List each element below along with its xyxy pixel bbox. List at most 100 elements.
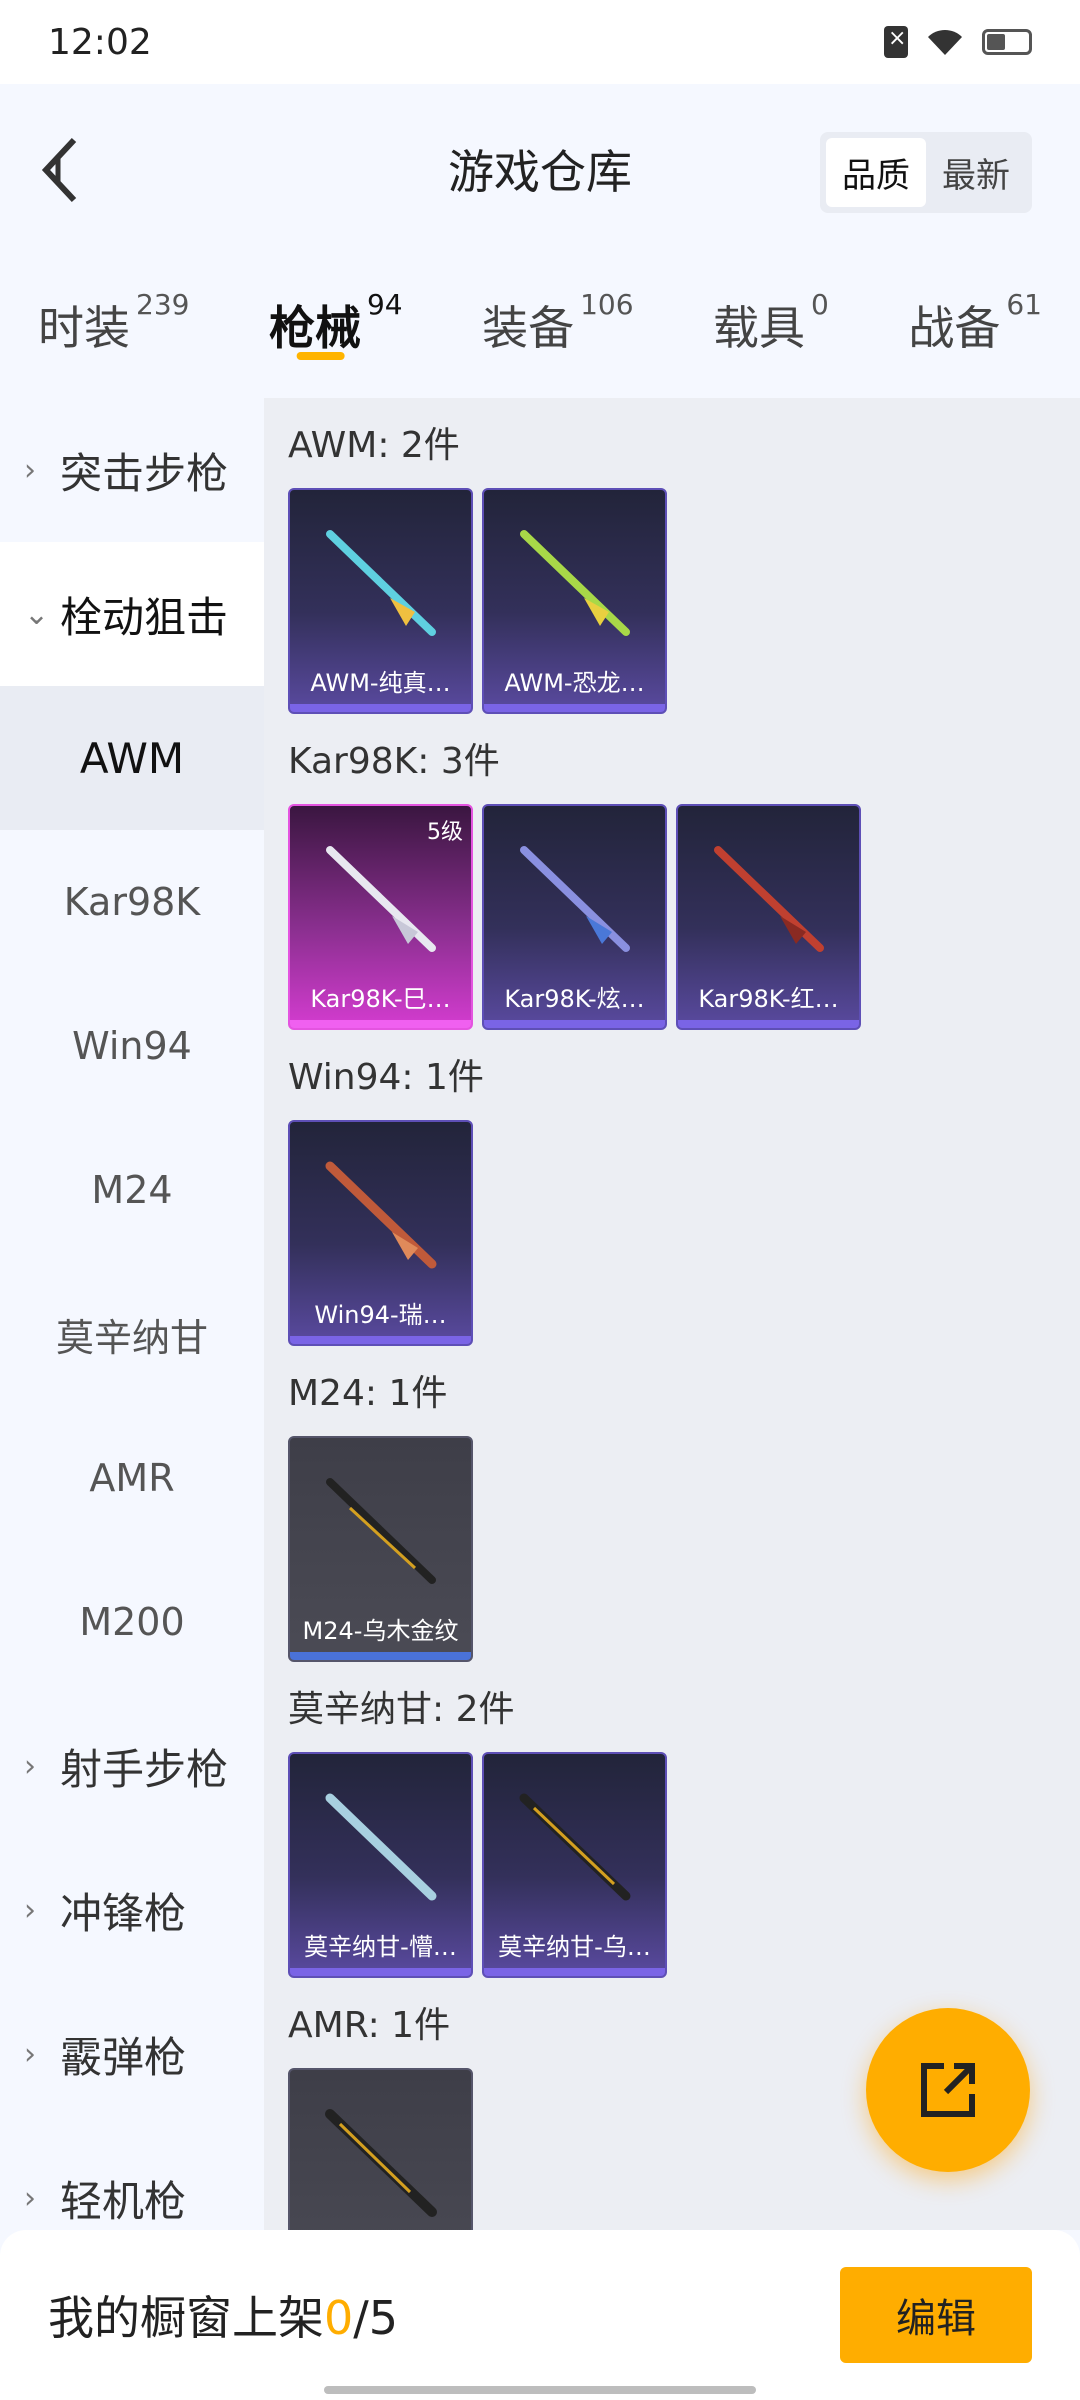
skin-card[interactable]: Win94-瑞… <box>288 1120 473 1346</box>
rarity-bar <box>484 1020 665 1028</box>
sniper-rifle-icon <box>325 2109 437 2217</box>
group-title: Win94: 1件 <box>288 1057 484 1098</box>
chevron-right-icon: › <box>24 1892 36 1928</box>
showcase-total: /5 <box>353 2291 399 2345</box>
tab-count: 94 <box>366 288 403 321</box>
skin-name: Kar98K-炫… <box>504 985 645 1013</box>
subitem-kar98k[interactable]: Kar98K <box>0 830 264 974</box>
tab-label: 战备 <box>908 301 1001 355</box>
header: 游戏仓库 品质 最新 <box>0 84 1080 254</box>
rarity-bar <box>290 1020 471 1028</box>
card-row: Win94-瑞… <box>288 1120 1080 1346</box>
chevron-right-icon: › <box>24 452 36 488</box>
skin-name: M24-乌木金纹 <box>302 1617 459 1645</box>
no-sim-icon <box>884 26 908 58</box>
subitem-m24[interactable]: M24 <box>0 1118 264 1262</box>
group-title: Kar98K: 3件 <box>288 741 500 782</box>
rarity-bar <box>484 1968 665 1976</box>
skin-card[interactable]: 莫辛纳甘-懵… <box>288 1752 473 1978</box>
skin-name: Kar98K-红… <box>698 985 839 1013</box>
skin-card[interactable]: M24-乌木金纹 <box>288 1436 473 1662</box>
tab-label: 枪械 <box>268 301 361 355</box>
sort-by-quality[interactable]: 品质 <box>826 138 926 207</box>
tab-count: 0 <box>811 288 829 321</box>
category-bolt-action-sniper[interactable]: ⌄ 栓动狙击 <box>0 542 264 686</box>
rarity-bar <box>290 704 471 712</box>
showcase-bar: 我的橱窗上架 0 /5 编辑 <box>0 2230 1080 2400</box>
wifi-icon <box>928 29 962 55</box>
category-tabs: 时装 239 枪械 94 装备 106 载具 0 战备 61 <box>0 260 1080 390</box>
weapon-skin-list: AWM: 2件 AWM-纯真… AWM-恐龙… Kar98K: 3件 5级 Ka… <box>264 398 1080 2230</box>
category-marksman-rifle[interactable]: › 射手步枪 <box>0 1694 264 1838</box>
category-label: 轻机枪 <box>60 2176 187 2226</box>
tab-label: 时装 <box>38 301 130 355</box>
skin-name: 莫辛纳甘-乌… <box>498 1933 651 1961</box>
category-label: 突击步枪 <box>60 448 229 498</box>
category-assault-rifle[interactable]: › 突击步枪 <box>0 398 264 542</box>
subitem-amr[interactable]: AMR <box>0 1406 264 1550</box>
rarity-bar <box>290 1652 471 1660</box>
tab-firearms[interactable]: 枪械 94 <box>269 260 403 390</box>
group-title: M24: 1件 <box>288 1373 448 1414</box>
active-tab-indicator <box>296 352 345 360</box>
rarity-bar <box>290 1336 471 1344</box>
skin-card[interactable]: Kar98K-红… <box>676 804 861 1030</box>
sort-by-newest[interactable]: 最新 <box>926 138 1026 207</box>
group-title: AWM: 2件 <box>288 425 460 466</box>
share-icon <box>921 2063 975 2117</box>
sniper-rifle-icon <box>520 846 630 952</box>
category-label: 栓动狙击 <box>60 592 229 642</box>
skin-card[interactable]: AWM-纯真… <box>288 488 473 714</box>
tab-gear[interactable]: 战备 61 <box>908 260 1042 390</box>
skin-name: Kar98K-巳… <box>310 985 451 1013</box>
rarity-bar <box>290 1968 471 1976</box>
rarity-bar <box>484 704 665 712</box>
home-indicator[interactable] <box>324 2386 756 2394</box>
category-label: 霰弹枪 <box>60 2032 187 2082</box>
group-title: 莫辛纳甘: 2件 <box>288 1689 515 1730</box>
subitem-mosin-nagant[interactable]: 莫辛纳甘 <box>0 1262 264 1406</box>
tab-count: 61 <box>1006 288 1042 321</box>
tab-count: 239 <box>136 288 190 321</box>
card-row: 莫辛纳甘-懵… 莫辛纳甘-乌… <box>288 1752 1080 1978</box>
category-shotgun[interactable]: › 霰弹枪 <box>0 1982 264 2126</box>
status-bar: 12:02 <box>0 0 1080 84</box>
card-row: M24-乌木金纹 <box>288 1436 1080 1662</box>
sort-toggle: 品质 最新 <box>820 132 1032 213</box>
sniper-rifle-icon <box>325 1793 437 1901</box>
category-smg[interactable]: › 冲锋枪 <box>0 1838 264 1982</box>
chevron-right-icon: › <box>24 2180 36 2216</box>
page-title: 游戏仓库 <box>448 145 632 199</box>
showcase-current-count: 0 <box>324 2291 354 2345</box>
card-row: AWM-纯真… AWM-恐龙… <box>288 488 1080 714</box>
edit-button[interactable]: 编辑 <box>840 2267 1032 2363</box>
skin-card[interactable] <box>288 2068 473 2230</box>
skin-card[interactable]: Kar98K-炫… <box>482 804 667 1030</box>
back-button[interactable] <box>30 130 90 210</box>
category-label: 冲锋枪 <box>60 1888 187 1938</box>
card-row: 5级 Kar98K-巳… Kar98K-炫… Kar98K-红… <box>288 804 1080 1030</box>
skin-name: Win94-瑞… <box>314 1301 447 1329</box>
status-time: 12:02 <box>48 21 152 63</box>
skin-card[interactable]: AWM-恐龙… <box>482 488 667 714</box>
battery-icon <box>982 29 1032 55</box>
tab-equipment[interactable]: 装备 106 <box>482 260 633 390</box>
skin-card[interactable]: 5级 Kar98K-巳… <box>288 804 473 1030</box>
tab-vehicles[interactable]: 载具 0 <box>713 260 829 390</box>
tab-label: 载具 <box>713 301 805 355</box>
subitem-m200[interactable]: M200 <box>0 1550 264 1694</box>
category-label: 射手步枪 <box>60 1744 229 1794</box>
skin-card[interactable]: 莫辛纳甘-乌… <box>482 1752 667 1978</box>
subitem-win94[interactable]: Win94 <box>0 974 264 1118</box>
category-lmg[interactable]: › 轻机枪 <box>0 2126 264 2230</box>
chevron-down-icon: ⌄ <box>24 596 50 632</box>
subitem-awm[interactable]: AWM <box>0 686 264 830</box>
showcase-status: 我的橱窗上架 0 /5 <box>48 2282 398 2348</box>
rarity-bar <box>678 1020 859 1028</box>
share-button[interactable] <box>866 2008 1030 2172</box>
tab-label: 装备 <box>482 301 575 355</box>
sniper-rifle-icon <box>520 530 630 636</box>
sniper-rifle-icon <box>714 846 824 952</box>
chevron-right-icon: › <box>24 2036 36 2072</box>
tab-outfits[interactable]: 时装 239 <box>38 260 189 390</box>
